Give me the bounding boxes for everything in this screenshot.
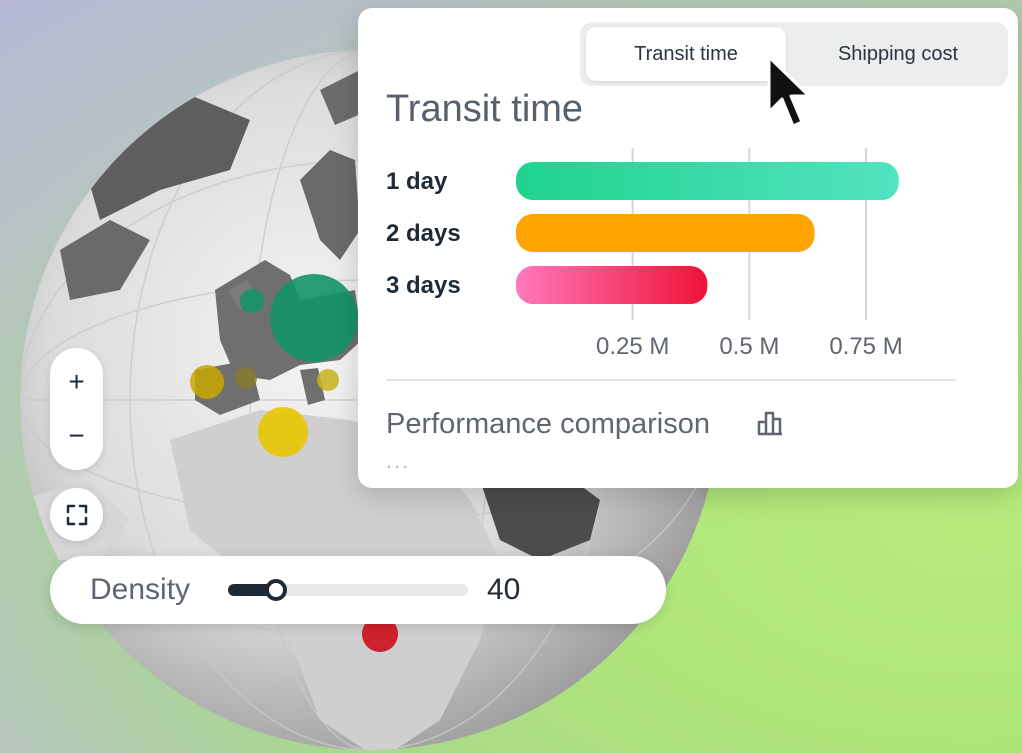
category-label: 1 day [386,168,448,195]
data-bubble [270,274,358,362]
zoom-out-button[interactable]: − [57,416,97,456]
fullscreen-button[interactable] [50,488,103,541]
bar-3-days[interactable] [516,266,708,304]
more-indicator: ... [386,448,411,473]
tab-transit-time[interactable]: Transit time [586,27,786,81]
card-title: Transit time [386,88,584,130]
bar-chart-icon[interactable] [756,410,786,436]
x-tick-label: 0.25 M [596,333,669,360]
density-slider-thumb[interactable] [265,579,287,601]
x-tick-label: 0.75 M [829,333,902,360]
mouse-cursor-icon [767,55,811,128]
x-tick-label: 0.5 M [719,333,779,360]
bar-1-day[interactable] [516,162,899,200]
data-bubble [235,367,257,389]
performance-comparison-title[interactable]: Performance comparison [386,408,710,441]
density-slider[interactable] [228,579,468,601]
fullscreen-icon [66,504,87,525]
zoom-controls: + − [50,348,103,470]
data-bubble [317,369,339,391]
divider [386,379,956,381]
transit-bar-chart: 1 day 2 days 3 days 0.25 M 0.5 M 0.75 M [386,148,903,360]
category-label: 3 days [386,272,461,299]
data-bubble [258,407,308,457]
category-label: 2 days [386,220,461,247]
data-bubble [240,289,264,313]
bar-2-days[interactable] [516,214,815,252]
density-control: Density 40 [50,556,666,624]
transit-card: Transit time Shipping cost Transit time … [358,8,1018,488]
zoom-in-button[interactable]: + [57,362,97,402]
tab-shipping-cost[interactable]: Shipping cost [794,27,1002,81]
data-bubble [190,365,224,399]
density-value: 40 [487,573,521,606]
density-label: Density [90,573,191,606]
